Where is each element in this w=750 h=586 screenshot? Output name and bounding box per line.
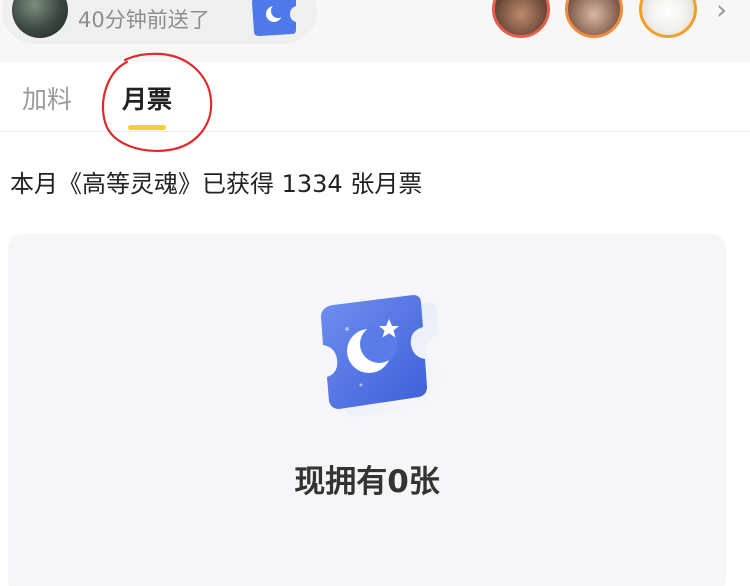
chevron-right-icon[interactable]: › — [716, 0, 727, 24]
monthly-ticket-summary: 本月《高等灵魂》已获得 1334 张月票 — [10, 170, 423, 198]
avatar[interactable] — [565, 0, 623, 38]
avatar[interactable] — [639, 0, 697, 38]
moon-ticket-icon — [321, 295, 443, 417]
sender-avatar — [12, 0, 68, 38]
moon-ticket-icon — [252, 0, 296, 36]
ticket-card: 现拥有0张 — [8, 234, 726, 586]
owned-ticket-count: 现拥有0张 — [294, 464, 440, 500]
latest-sender-pill[interactable]: 40分钟前送了 — [2, 0, 317, 44]
avatar[interactable] — [492, 0, 550, 38]
sender-time-text: 40分钟前送了 — [78, 8, 210, 32]
tab-add-material[interactable]: 加料 — [22, 84, 72, 116]
annotation-circle — [101, 52, 213, 152]
